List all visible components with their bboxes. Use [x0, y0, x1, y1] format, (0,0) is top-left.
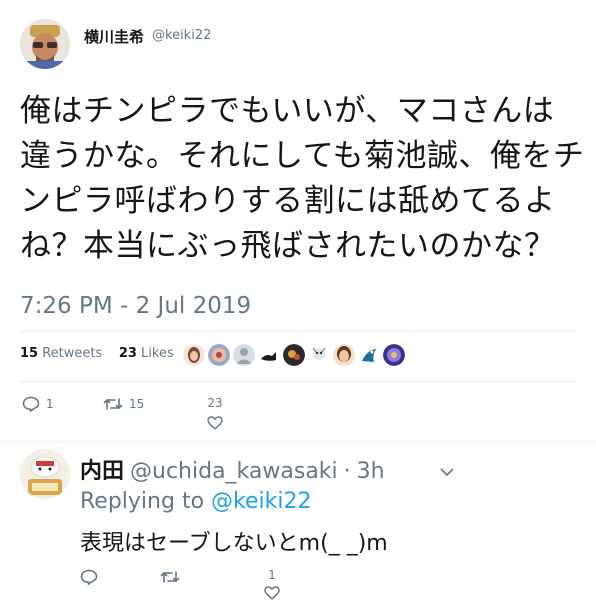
retweets-label: Retweets — [42, 346, 103, 361]
retweet-action[interactable]: 15 — [103, 396, 144, 412]
author-avatar[interactable] — [20, 19, 70, 69]
reply-author-name[interactable]: 内田 — [80, 459, 124, 484]
liker-avatars — [183, 344, 405, 366]
reply-like-action[interactable]: 1 — [264, 568, 280, 600]
liker-avatar[interactable] — [383, 344, 405, 366]
liker-avatar[interactable] — [358, 344, 380, 366]
likes-stat[interactable]: 23 Likes — [119, 346, 174, 361]
retweet-icon — [103, 396, 123, 412]
divider — [20, 381, 576, 382]
liker-avatar[interactable] — [183, 344, 205, 366]
divider — [0, 441, 596, 442]
divider — [20, 331, 576, 332]
author-handle[interactable]: @keiki22 — [152, 28, 211, 43]
liker-avatar[interactable] — [283, 344, 305, 366]
likes-label: Likes — [141, 346, 174, 361]
reply-action[interactable]: 1 — [22, 396, 54, 412]
retweet-count: 15 — [129, 397, 145, 411]
replying-to-link[interactable]: @keiki22 — [211, 489, 311, 514]
reply-reply-action[interactable] — [80, 569, 98, 585]
retweets-stat[interactable]: 15 Retweets — [20, 346, 102, 361]
retweet-icon — [160, 569, 180, 585]
liker-avatar[interactable] — [233, 344, 255, 366]
reply-author-handle[interactable]: @uchida_kawasaki — [130, 459, 338, 484]
like-count: 23 — [207, 396, 223, 410]
reply-author-avatar[interactable] — [20, 449, 70, 499]
reply-icon — [22, 396, 40, 412]
tweet-timestamp[interactable]: 7:26 PM - 2 Jul 2019 — [20, 293, 251, 319]
liker-avatar[interactable] — [308, 344, 330, 366]
tweet-stats: 15 Retweets 23 Likes — [20, 346, 174, 361]
reply-count: 1 — [46, 397, 54, 411]
heart-icon — [207, 416, 223, 430]
reply-like-count: 1 — [268, 568, 276, 582]
liker-avatar[interactable] — [258, 344, 280, 366]
author-name[interactable]: 横川圭希 — [84, 26, 144, 47]
like-action[interactable]: 23 — [207, 396, 223, 430]
tweet-text: 俺はチンピラでもいいが、マコさんは違うかな。それにしても菊池誠、俺をチンピラ呼ば… — [20, 93, 585, 264]
chevron-down-icon[interactable] — [440, 462, 454, 481]
tweet-detail-page: 横川圭希 @keiki22 俺はチンピラでもいいが、マコさんは違うかな。それにし… — [0, 0, 596, 601]
replying-to-label: Replying to — [80, 489, 205, 514]
reply-icon — [80, 569, 98, 585]
likes-count: 23 — [118, 346, 137, 361]
liker-avatar[interactable] — [208, 344, 230, 366]
reply-header: 内田 @uchida_kawasaki · 3h — [80, 453, 385, 485]
reply-text: 表現はセーブしないとm(_ _)m — [80, 531, 388, 556]
heart-icon — [264, 586, 280, 600]
reply-time[interactable]: 3h — [357, 459, 385, 484]
reply-retweet-action[interactable] — [160, 569, 180, 585]
liker-avatar[interactable] — [333, 344, 355, 366]
replying-to: Replying to @keiki22 — [80, 489, 311, 514]
separator-dot: · — [343, 459, 351, 484]
retweets-count: 15 — [20, 346, 39, 361]
